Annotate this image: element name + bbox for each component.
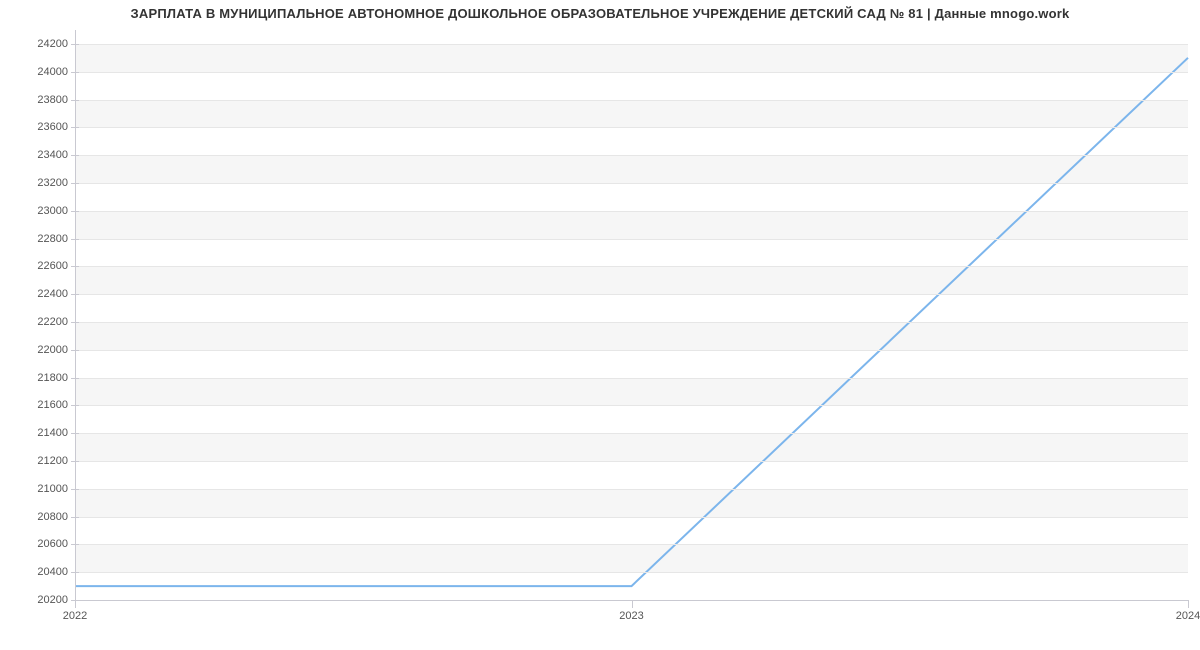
y-gridline: [75, 266, 1188, 267]
y-tick-label: 22200: [8, 316, 68, 328]
y-tick: [71, 322, 79, 323]
y-gridline: [75, 405, 1188, 406]
y-tick-label: 22800: [8, 233, 68, 245]
y-gridline: [75, 155, 1188, 156]
chart-title: ЗАРПЛАТА В МУНИЦИПАЛЬНОЕ АВТОНОМНОЕ ДОШК…: [0, 6, 1200, 21]
y-tick: [71, 572, 79, 573]
y-axis: [75, 30, 76, 600]
y-tick: [71, 461, 79, 462]
y-tick: [71, 378, 79, 379]
y-tick: [71, 183, 79, 184]
y-tick: [71, 489, 79, 490]
y-tick-label: 20400: [8, 566, 68, 578]
y-tick-label: 21600: [8, 399, 68, 411]
y-tick-label: 24000: [8, 66, 68, 78]
y-tick: [71, 294, 79, 295]
x-tick: [632, 600, 633, 608]
plot-area: [75, 30, 1188, 600]
y-gridline: [75, 322, 1188, 323]
y-gridline: [75, 44, 1188, 45]
series-line: [75, 30, 1188, 600]
y-gridline: [75, 433, 1188, 434]
y-tick-label: 20600: [8, 538, 68, 550]
y-tick: [71, 72, 79, 73]
y-tick-label: 23200: [8, 177, 68, 189]
x-tick: [75, 600, 76, 608]
x-tick: [1188, 600, 1189, 608]
y-tick-label: 23600: [8, 121, 68, 133]
y-gridline: [75, 211, 1188, 212]
y-gridline: [75, 100, 1188, 101]
y-gridline: [75, 461, 1188, 462]
x-tick-label: 2024: [1176, 610, 1200, 622]
x-tick-label: 2022: [63, 610, 87, 622]
y-tick-label: 20800: [8, 511, 68, 523]
y-tick-label: 23000: [8, 205, 68, 217]
y-tick: [71, 266, 79, 267]
y-tick-label: 22400: [8, 288, 68, 300]
y-tick: [71, 44, 79, 45]
y-tick: [71, 517, 79, 518]
y-gridline: [75, 294, 1188, 295]
y-tick-label: 22600: [8, 260, 68, 272]
y-tick-label: 21200: [8, 455, 68, 467]
y-tick: [71, 544, 79, 545]
y-tick-label: 24200: [8, 38, 68, 50]
y-tick: [71, 239, 79, 240]
y-tick-label: 21000: [8, 483, 68, 495]
y-gridline: [75, 544, 1188, 545]
y-gridline: [75, 72, 1188, 73]
y-tick: [71, 100, 79, 101]
y-gridline: [75, 489, 1188, 490]
y-gridline: [75, 378, 1188, 379]
y-gridline: [75, 183, 1188, 184]
y-tick-label: 21400: [8, 427, 68, 439]
x-tick-label: 2023: [619, 610, 643, 622]
y-tick: [71, 127, 79, 128]
y-tick: [71, 405, 79, 406]
y-tick-label: 23800: [8, 94, 68, 106]
line-chart: ЗАРПЛАТА В МУНИЦИПАЛЬНОЕ АВТОНОМНОЕ ДОШК…: [0, 0, 1200, 650]
y-tick: [71, 211, 79, 212]
y-tick: [71, 155, 79, 156]
y-gridline: [75, 239, 1188, 240]
y-tick-label: 21800: [8, 372, 68, 384]
y-tick-label: 22000: [8, 344, 68, 356]
y-tick-label: 23400: [8, 149, 68, 161]
y-gridline: [75, 350, 1188, 351]
y-tick-label: 20200: [8, 594, 68, 606]
y-gridline: [75, 127, 1188, 128]
y-tick: [71, 433, 79, 434]
y-gridline: [75, 572, 1188, 573]
y-tick: [71, 350, 79, 351]
y-gridline: [75, 517, 1188, 518]
